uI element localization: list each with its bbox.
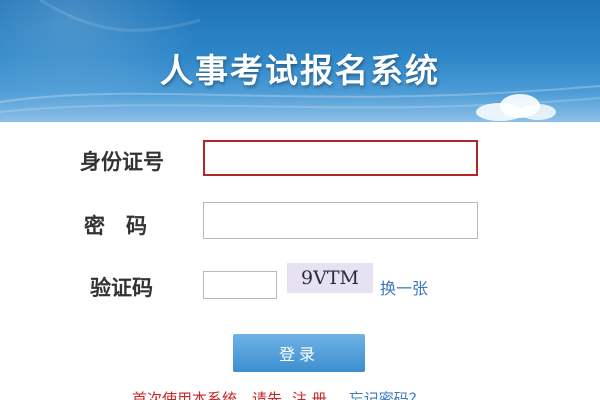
refresh-captcha-link[interactable]: 换一张 xyxy=(380,275,428,299)
login-button[interactable]: 登录 xyxy=(233,334,365,372)
captcha-image[interactable]: 9VTM xyxy=(287,263,373,293)
id-number-input[interactable] xyxy=(203,140,478,176)
forgot-password-link[interactable]: 忘记密码？ xyxy=(349,388,424,400)
register-link[interactable]: 注 册 xyxy=(292,388,327,400)
id-number-label: 身份证号 xyxy=(80,150,164,174)
header-banner: 人事考试报名系统 xyxy=(0,0,600,122)
cloud-icon xyxy=(476,94,556,121)
captcha-input[interactable] xyxy=(203,271,277,299)
password-input[interactable] xyxy=(203,202,478,239)
footer-links: 首次使用本系统，请先注 册 忘记密码？ xyxy=(132,388,424,400)
captcha-label: 验证码 xyxy=(90,276,153,300)
first-use-text: 首次使用本系统，请先 xyxy=(132,390,283,400)
page-title: 人事考试报名系统 xyxy=(160,51,440,90)
password-label: 密 码 xyxy=(84,214,147,238)
login-form: 身份证号 密 码 验证码 9VTM 换一张 登录 首次使用本系统，请先注 册 忘记… xyxy=(0,122,600,400)
login-page: 人事考试报名系统 身份证号 密 码 验证码 9VTM 换一张 登录 首次使用本系… xyxy=(0,0,600,400)
